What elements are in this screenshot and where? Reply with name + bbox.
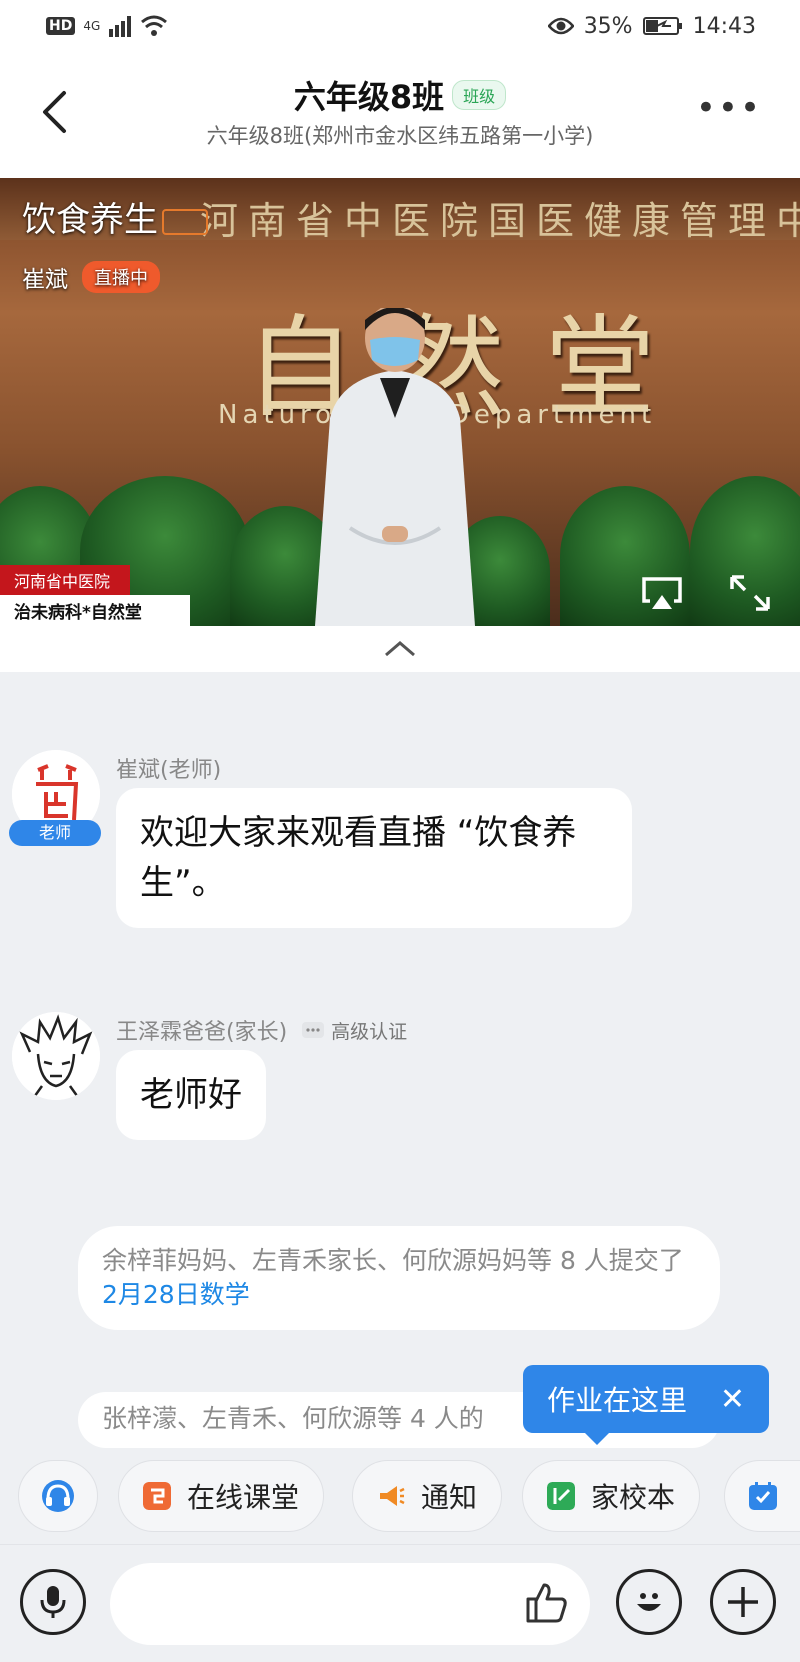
online-class-icon xyxy=(143,1482,171,1510)
page-subtitle: 六年级8班(郑州市金水区纬五路第一小学) xyxy=(206,124,594,148)
clock: 14:43 xyxy=(692,13,756,39)
sender-name: 崔斌(老师) xyxy=(116,758,222,783)
notice-button[interactable]: 通知 xyxy=(352,1460,503,1532)
notice-icon xyxy=(380,1486,405,1506)
streamer-name: 崔斌 xyxy=(22,267,68,293)
status-left: HD 4G xyxy=(46,15,168,37)
homework-link[interactable]: 2月28日数学 xyxy=(102,1280,250,1309)
homework-notice[interactable]: 余梓菲妈妈、左青禾家长、何欣源妈妈等 8 人提交了 2月28日数学 xyxy=(78,1226,720,1330)
toolbar-label: 通知 xyxy=(421,1481,478,1514)
eye-icon xyxy=(547,17,574,35)
fullscreen-icon[interactable] xyxy=(728,573,772,613)
notice-text: 余梓菲妈妈、左青禾家长、何欣源妈妈等 8 人提交了 xyxy=(102,1246,684,1275)
message-input[interactable] xyxy=(110,1563,590,1645)
task-button[interactable] xyxy=(724,1460,800,1532)
cast-icon[interactable] xyxy=(640,573,684,613)
chevron-up-icon xyxy=(385,641,415,657)
video-title-text: 饮食养生 xyxy=(22,200,158,240)
message-text: 欢迎大家来观看直播 “饮食养生”。 xyxy=(140,813,577,903)
add-button[interactable] xyxy=(710,1569,776,1635)
teacher-role-tag: 老师 xyxy=(9,820,101,846)
emoji-button[interactable] xyxy=(616,1569,682,1635)
customer-service-button[interactable] xyxy=(18,1460,98,1532)
hd-badge: HD xyxy=(46,17,76,35)
chat-header: 六年级8班 班级 六年级8班(郑州市金水区纬五路第一小学) ••• xyxy=(0,52,800,178)
homework-tooltip[interactable]: 作业在这里 ✕ xyxy=(523,1365,769,1445)
headset-icon xyxy=(42,1480,74,1512)
message-bubble[interactable]: 老师好 xyxy=(116,1050,266,1140)
emoji-icon xyxy=(637,1593,661,1611)
message-text: 老师好 xyxy=(140,1075,242,1115)
parent-avatar[interactable] xyxy=(12,1012,100,1100)
online-class-button[interactable]: 在线课堂 xyxy=(118,1460,325,1532)
thumbs-up-icon[interactable] xyxy=(522,1579,570,1627)
message-sender: 王泽霖爸爸(家长) 高级认证 xyxy=(116,1014,407,1046)
plus-icon xyxy=(728,1587,758,1617)
verify-label: 高级认证 xyxy=(331,1020,408,1043)
video-wall-text: 河南省中医院国医健康管理中心 xyxy=(200,199,800,243)
video-corner-tag: 河南省中医院 治未病科*自然堂 xyxy=(0,565,190,626)
verify-badge: 高级认证 xyxy=(301,1017,407,1044)
quick-action-toolbar: 在线课堂 通知 家校本 xyxy=(0,1448,800,1544)
collapse-video-button[interactable] xyxy=(0,626,800,672)
home-school-book-button[interactable]: 家校本 xyxy=(522,1460,701,1532)
message-sender: 崔斌(老师) xyxy=(116,752,221,784)
more-icon: ••• xyxy=(695,88,762,128)
class-chat-screen: HD 4G 35% 14:43 六年级8班 班级 六年级8班(郑州市金水区纬五路… xyxy=(0,0,800,1662)
page-title: 六年级8班 xyxy=(293,78,445,116)
tooltip-text: 作业在这里 xyxy=(547,1384,688,1417)
close-icon[interactable]: ✕ xyxy=(720,1382,745,1417)
message-input-bar xyxy=(0,1544,800,1662)
home-school-icon xyxy=(547,1482,575,1510)
video-title: 饮食养生 xyxy=(22,192,208,241)
live-badge: 直播中 xyxy=(82,261,160,293)
video-title-icon xyxy=(162,208,208,235)
parent-avatar-image xyxy=(12,1012,100,1100)
corner-tag-line1: 河南省中医院 xyxy=(0,565,130,595)
corner-tag-line2: 治未病科*自然堂 xyxy=(0,595,190,626)
verified-chat-icon xyxy=(302,1022,325,1038)
presenter-figure xyxy=(315,308,475,626)
class-badge: 班级 xyxy=(452,80,507,110)
live-video-player[interactable]: 河南省中医院国医健康管理中心 自然堂 Naturopathy Departmen… xyxy=(0,178,800,626)
status-right: 35% 14:43 xyxy=(547,13,756,39)
title-row: 六年级8班 班级 xyxy=(0,72,800,118)
status-bar: HD 4G 35% 14:43 xyxy=(0,0,800,52)
more-button[interactable]: ••• xyxy=(696,88,762,128)
battery-icon xyxy=(642,17,682,35)
wifi-icon xyxy=(141,15,168,36)
mic-icon xyxy=(40,1586,66,1618)
network-label: 4G xyxy=(83,19,101,33)
toolbar-label: 家校本 xyxy=(591,1481,676,1514)
battery-percent: 35% xyxy=(583,13,633,39)
message-bubble[interactable]: 欢迎大家来观看直播 “饮食养生”。 xyxy=(116,788,632,928)
toolbar-label: 在线课堂 xyxy=(187,1481,300,1514)
streamer-line: 崔斌 直播中 xyxy=(22,260,160,294)
notice-text: 张梓濛、左青禾、何欣源等 4 人的 xyxy=(102,1404,484,1433)
task-icon xyxy=(749,1482,777,1510)
sender-name: 王泽霖爸爸(家长) xyxy=(116,1020,288,1045)
signal-icon xyxy=(109,16,132,37)
voice-button[interactable] xyxy=(20,1569,86,1635)
